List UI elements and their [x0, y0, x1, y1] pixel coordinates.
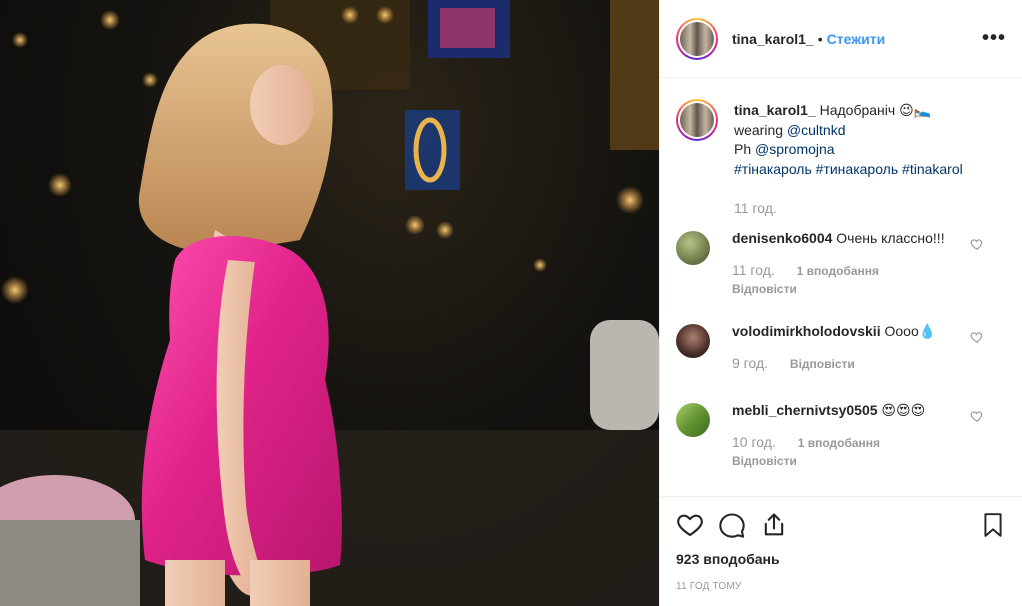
comment-username[interactable]: volodimirkholodovskii	[732, 323, 881, 339]
author-avatar[interactable]	[676, 17, 718, 60]
comment-like-heart-icon[interactable]	[970, 409, 984, 423]
caption-hashtags[interactable]: #тінакароль #тинакароль #tinakarol	[734, 160, 963, 180]
share-icon[interactable]	[760, 511, 788, 539]
comment-avatar[interactable]	[676, 323, 710, 358]
comment-text: Очень классно!!!	[836, 229, 945, 246]
caption-mention-cultnkd[interactable]: @cultnkd	[787, 122, 846, 138]
caption-username[interactable]: tina_karol1_	[734, 102, 816, 118]
action-icons-row	[676, 509, 1006, 541]
comment-item: volodimirkholodovskii Оооо💧 9 год. Відпо…	[676, 322, 1006, 373]
reply-button[interactable]: Відповісти	[732, 280, 972, 298]
comment-time[interactable]: 10 год.	[732, 434, 776, 450]
caption-text: Надобраніч 😉🛌	[819, 102, 932, 118]
caption-mention-spromojna[interactable]: @spromojna	[755, 141, 835, 157]
caption-time[interactable]: 11 год.	[734, 199, 963, 219]
photo-illustration	[0, 0, 659, 606]
comment-avatar[interactable]	[676, 230, 710, 265]
author-username[interactable]: tina_karol1_	[732, 31, 814, 47]
post-timestamp[interactable]: 11 ГОД ТОМУ	[676, 581, 1006, 592]
caption-body: tina_karol1_ Надобраніч 😉🛌 wearing @cult…	[734, 101, 963, 219]
separator-dot: •	[817, 30, 823, 47]
instagram-post: tina_karol1_ • Стежити ••• tina_karol1_ …	[0, 0, 1022, 606]
caption-wearing-prefix: wearing	[734, 121, 787, 138]
caption-ph-prefix: Ph	[734, 141, 756, 157]
reply-button[interactable]: Відповісти	[732, 452, 972, 470]
comment-username[interactable]: mebli_chernivtsy0505	[732, 402, 878, 418]
bookmark-icon[interactable]	[980, 511, 1006, 539]
comment-time[interactable]: 9 год.	[732, 355, 768, 371]
comment-icon[interactable]	[718, 511, 746, 539]
comment-item: mebli_chernivtsy0505 😍😍😍 10 год. 1 вподо…	[676, 401, 1006, 470]
comment-likes[interactable]: 1 вподобання	[798, 436, 880, 450]
post-actions: 923 вподобань 11 ГОД ТОМУ	[660, 496, 1022, 592]
follow-button[interactable]: Стежити	[827, 31, 886, 47]
post-side-panel: tina_karol1_ • Стежити ••• tina_karol1_ …	[659, 0, 1022, 606]
comment-like-heart-icon[interactable]	[970, 237, 984, 251]
caption-avatar[interactable]	[676, 99, 718, 141]
comment-like-heart-icon[interactable]	[970, 330, 984, 344]
comment-text: Оооо💧	[884, 322, 937, 339]
comment-item: denisenko6004 Очень классно!!! 11 год. 1…	[676, 229, 1006, 298]
comment-text: 😍😍😍	[881, 401, 926, 418]
reply-button[interactable]: Відповісти	[790, 357, 855, 371]
post-header: tina_karol1_ • Стежити •••	[660, 0, 1022, 78]
more-options-icon[interactable]: •••	[982, 27, 1006, 50]
comment-avatar[interactable]	[676, 402, 710, 437]
post-photo[interactable]	[0, 0, 659, 606]
caption: tina_karol1_ Надобраніч 😉🛌 wearing @cult…	[676, 99, 1006, 219]
like-heart-icon[interactable]	[676, 511, 704, 539]
comment-username[interactable]: denisenko6004	[732, 230, 832, 246]
comment-time[interactable]: 11 год.	[732, 262, 775, 278]
comments-list[interactable]: tina_karol1_ Надобраніч 😉🛌 wearing @cult…	[660, 79, 1022, 496]
like-count[interactable]: 923 вподобань	[676, 551, 1006, 567]
comment-likes[interactable]: 1 вподобання	[797, 264, 879, 278]
